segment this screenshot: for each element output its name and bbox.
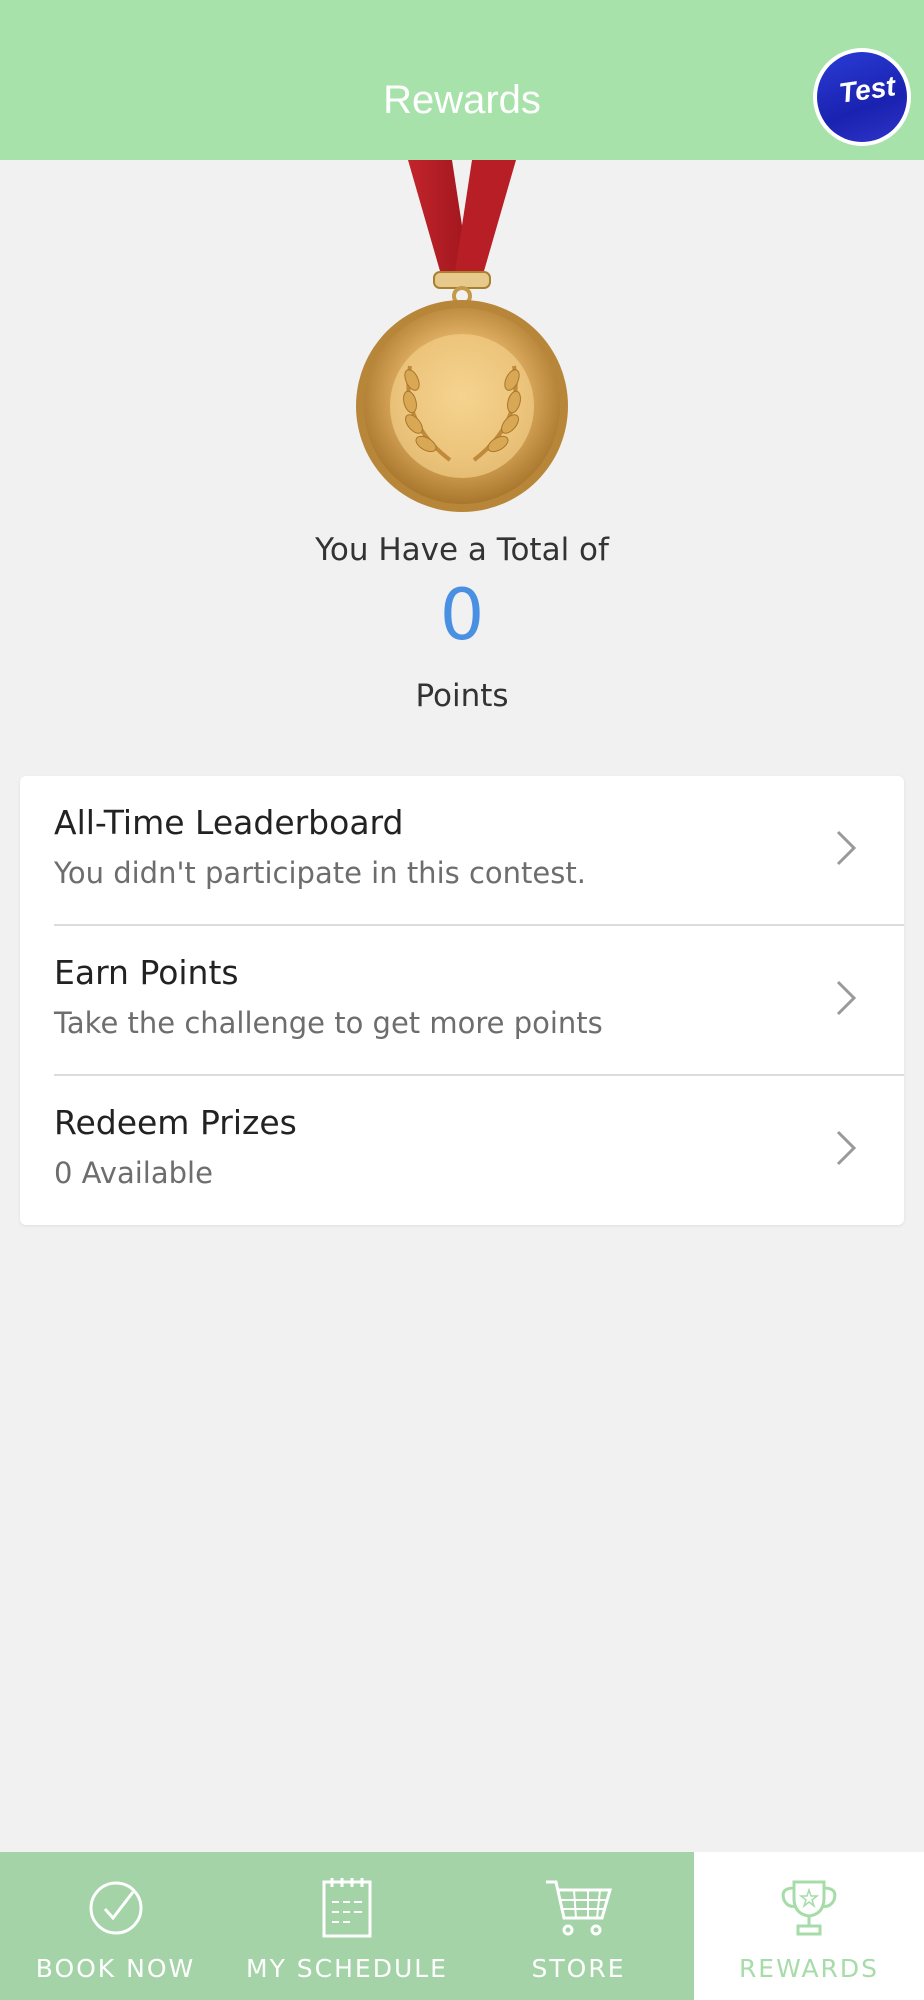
- menu-item-title: All-Time Leaderboard: [54, 803, 404, 842]
- medal-image: [356, 160, 568, 512]
- menu-item-redeem-prizes[interactable]: Redeem Prizes 0 Available: [20, 1076, 904, 1226]
- calendar-icon: [322, 1878, 372, 1938]
- avatar-label: Test: [836, 70, 898, 109]
- bottom-tab-bar: BOOK NOW MY SCHEDULE STORE REWARDS: [0, 1852, 924, 2000]
- header-bar: Rewards Test: [0, 0, 924, 160]
- menu-item-subtitle: You didn't participate in this contest.: [54, 856, 586, 890]
- page-title: Rewards: [383, 78, 541, 122]
- tab-label: BOOK NOW: [35, 1954, 196, 1983]
- tab-book-now[interactable]: BOOK NOW: [0, 1852, 231, 2000]
- tab-store[interactable]: STORE: [463, 1852, 694, 2000]
- menu-item-title: Earn Points: [54, 953, 239, 992]
- profile-avatar-button[interactable]: Test: [813, 48, 911, 146]
- chevron-right-icon: [836, 980, 857, 1016]
- menu-item-subtitle: 0 Available: [54, 1156, 213, 1190]
- chevron-right-icon: [836, 830, 857, 866]
- menu-item-title: Redeem Prizes: [54, 1103, 297, 1142]
- points-value: 0: [439, 574, 485, 656]
- avatar: Test: [817, 52, 907, 142]
- points-unit-label: Points: [415, 678, 509, 714]
- menu-item-subtitle: Take the challenge to get more points: [54, 1006, 603, 1040]
- menu-item-leaderboard[interactable]: All-Time Leaderboard You didn't particip…: [20, 776, 904, 926]
- tab-label: STORE: [531, 1954, 626, 1983]
- cart-icon: [545, 1880, 612, 1936]
- tab-label: REWARDS: [738, 1954, 880, 1983]
- trophy-icon: [781, 1880, 837, 1936]
- tab-my-schedule[interactable]: MY SCHEDULE: [231, 1852, 463, 2000]
- rewards-menu-card: All-Time Leaderboard You didn't particip…: [20, 776, 904, 1225]
- tab-label: MY SCHEDULE: [246, 1954, 448, 1983]
- menu-item-earn-points[interactable]: Earn Points Take the challenge to get mo…: [20, 926, 904, 1076]
- total-points-label: You Have a Total of: [315, 532, 609, 568]
- check-circle-icon: [89, 1881, 142, 1935]
- tab-rewards[interactable]: REWARDS: [694, 1852, 924, 2000]
- chevron-right-icon: [836, 1130, 857, 1166]
